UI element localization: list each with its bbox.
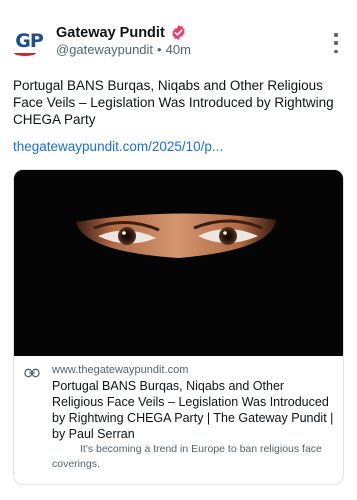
- post-link[interactable]: thegatewaypundit.com/2025/10/p...: [13, 139, 223, 154]
- display-name[interactable]: Gateway Pundit: [56, 25, 165, 41]
- avatar-logo-text: GP: [15, 30, 44, 52]
- author-name-row: Gateway Pundit: [56, 24, 187, 41]
- post-text: Portugal BANS Burqas, Niqabs and Other R…: [13, 78, 334, 127]
- more-options-icon[interactable]: [331, 33, 341, 53]
- card-description: It's becoming a trend in Europe to ban r…: [52, 443, 322, 470]
- card-image: [14, 170, 343, 356]
- timestamp[interactable]: 40m: [166, 42, 191, 57]
- card-body: www.thegatewaypundit.com Portugal BANS B…: [14, 356, 343, 484]
- card-domain: www.thegatewaypundit.com: [52, 364, 189, 376]
- verified-badge-icon: [172, 25, 185, 40]
- meta-separator: •: [157, 42, 162, 57]
- link-preview-card[interactable]: www.thegatewaypundit.com Portugal BANS B…: [13, 169, 344, 485]
- avatar-swoosh: [14, 50, 36, 56]
- link-icon: [24, 368, 40, 378]
- handle[interactable]: @gatewaypundit: [56, 42, 153, 57]
- meta-row: @gatewaypundit • 40m: [56, 42, 191, 57]
- card-title[interactable]: Portugal BANS Burqas, Niqabs and Other R…: [52, 378, 338, 442]
